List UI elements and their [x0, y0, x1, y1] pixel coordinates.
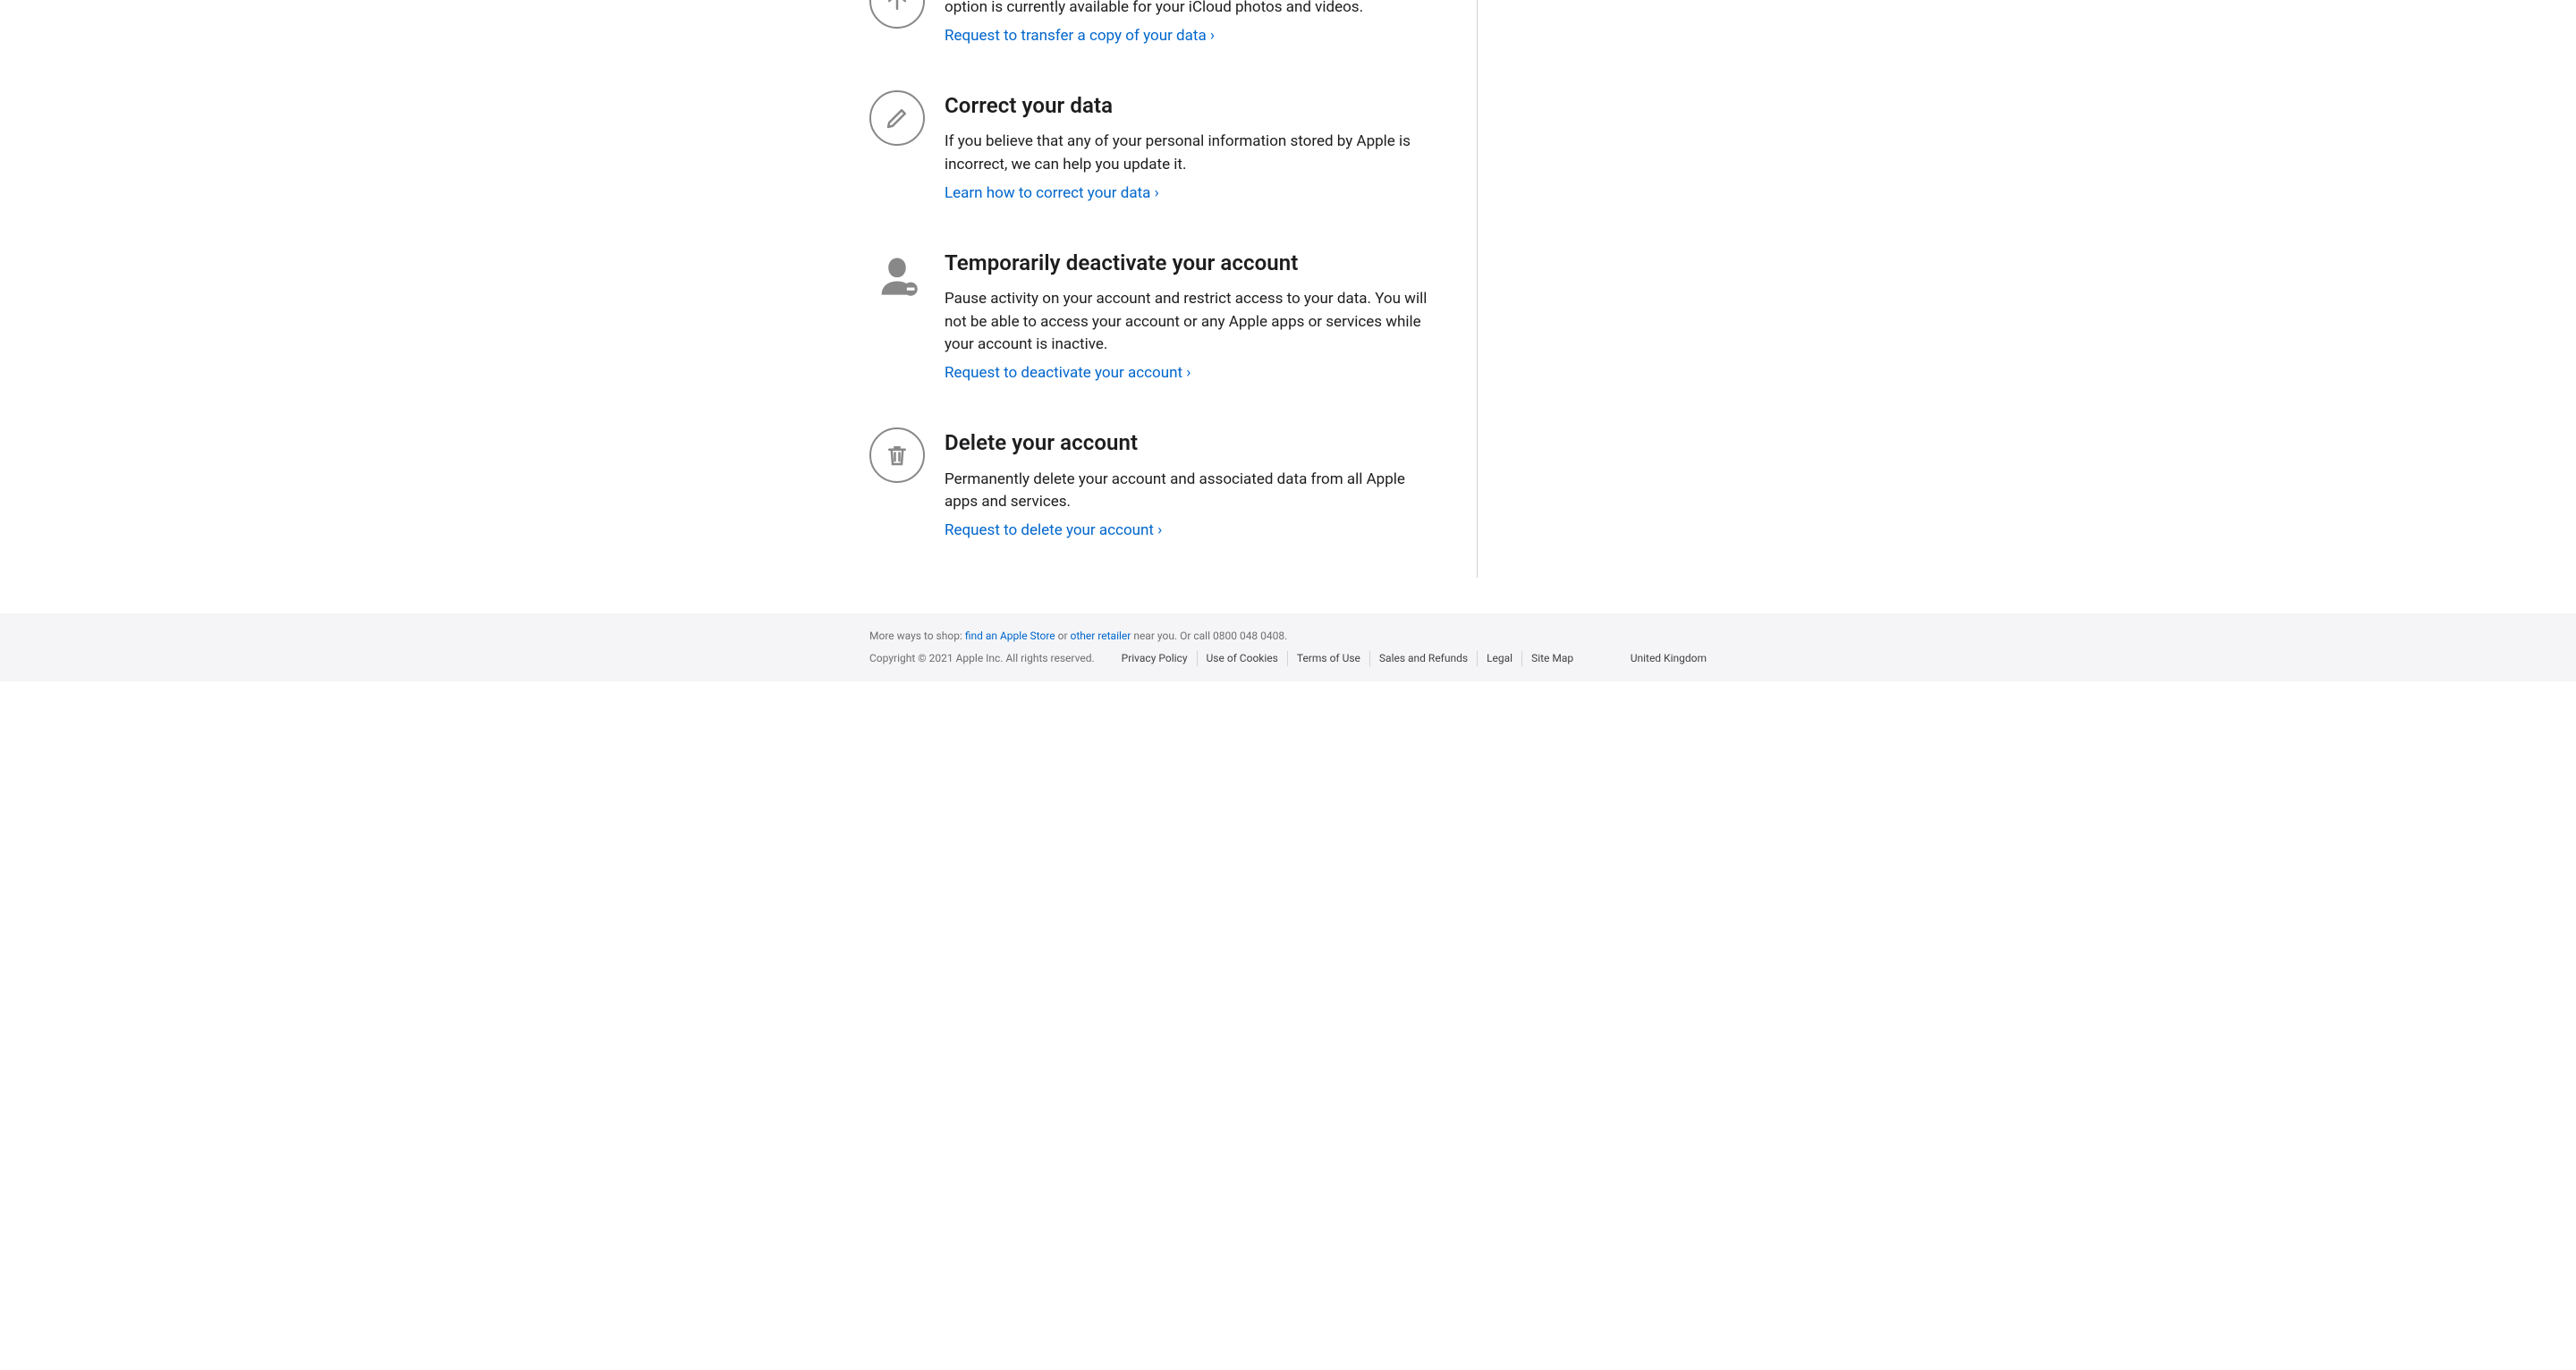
transfer-icon-wrap [869, 0, 925, 29]
share-icon [869, 0, 925, 29]
deactivate-title: Temporarily deactivate your account [945, 248, 1441, 279]
deactivate-body: Temporarily deactivate your account Paus… [945, 248, 1441, 385]
deactivate-icon-wrap [869, 248, 925, 303]
footer-shop-prefix: More ways to shop: [869, 630, 965, 642]
correct-link[interactable]: Learn how to correct your data [945, 184, 1159, 202]
main-container: You can transfer a copy of your data to … [850, 0, 1726, 578]
other-retailer-link[interactable]: other retailer [1071, 630, 1131, 642]
footer-locale[interactable]: United Kingdom [1631, 651, 1707, 667]
trash-icon [869, 427, 925, 483]
site-map-link[interactable]: Site Map [1522, 651, 1582, 667]
correct-icon-wrap [869, 90, 925, 146]
global-footer: More ways to shop: find an Apple Store o… [0, 613, 2576, 681]
deactivate-section: Temporarily deactivate your account Paus… [869, 248, 1441, 385]
deactivate-link[interactable]: Request to deactivate your account [945, 364, 1191, 382]
transfer-link[interactable]: Request to transfer a copy of your data [945, 27, 1215, 45]
delete-section: Delete your account Permanently delete y… [869, 427, 1441, 542]
person-minus-icon [869, 248, 925, 303]
correct-body: Correct your data If you believe that an… [945, 90, 1441, 205]
find-apple-store-link[interactable]: find an Apple Store [965, 630, 1055, 642]
correct-section: Correct your data If you believe that an… [869, 90, 1441, 205]
footer-links: Privacy Policy Use of Cookies Terms of U… [1122, 651, 1583, 667]
delete-link[interactable]: Request to delete your account [945, 521, 1162, 539]
use-of-cookies-link[interactable]: Use of Cookies [1198, 651, 1288, 667]
footer-inner: More ways to shop: find an Apple Store o… [850, 629, 1726, 666]
sales-refunds-link[interactable]: Sales and Refunds [1370, 651, 1478, 667]
transfer-section: You can transfer a copy of your data to … [869, 0, 1441, 47]
footer-shop-suffix: near you. Or call 0800 048 0408. [1131, 630, 1287, 642]
delete-icon-wrap [869, 427, 925, 483]
footer-copyright: Copyright © 2021 Apple Inc. All rights r… [869, 651, 1095, 667]
terms-of-use-link[interactable]: Terms of Use [1288, 651, 1370, 667]
delete-body: Delete your account Permanently delete y… [945, 427, 1441, 542]
legal-link[interactable]: Legal [1478, 651, 1522, 667]
pencil-icon [869, 90, 925, 146]
footer-legal-row: Copyright © 2021 Apple Inc. All rights r… [869, 651, 1707, 667]
correct-title: Correct your data [945, 90, 1441, 122]
privacy-policy-link[interactable]: Privacy Policy [1122, 651, 1198, 667]
delete-title: Delete your account [945, 427, 1441, 459]
footer-shop-line: More ways to shop: find an Apple Store o… [869, 629, 1707, 645]
delete-desc: Permanently delete your account and asso… [945, 469, 1441, 515]
transfer-body: You can transfer a copy of your data to … [945, 0, 1441, 47]
content-column: You can transfer a copy of your data to … [869, 0, 1478, 578]
correct-desc: If you believe that any of your personal… [945, 131, 1441, 177]
deactivate-desc: Pause activity on your account and restr… [945, 288, 1441, 357]
footer-shop-mid: or [1055, 630, 1071, 642]
transfer-desc: You can transfer a copy of your data to … [945, 0, 1441, 20]
